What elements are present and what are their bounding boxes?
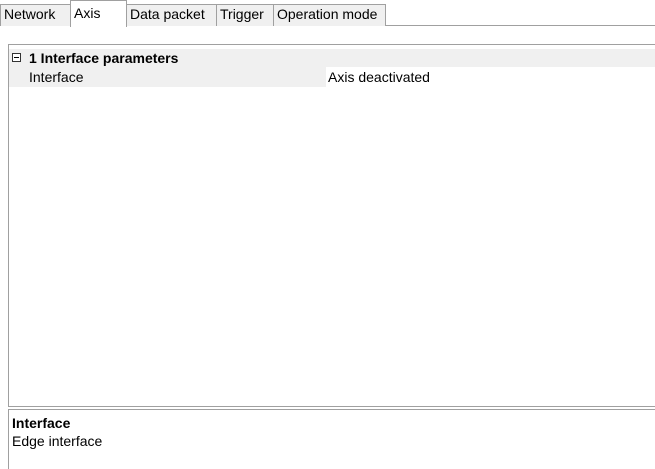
tab-operation-mode[interactable]: Operation mode <box>273 4 386 26</box>
tab-strip: Network Axis Data packet Trigger Operati… <box>0 0 655 27</box>
tab-network[interactable]: Network <box>0 4 71 26</box>
tab-axis[interactable]: Axis <box>70 0 127 27</box>
property-row-interface[interactable]: Interface Axis deactivated <box>9 67 655 87</box>
category-label: 1 Interface parameters <box>29 50 179 66</box>
description-text: Edge interface <box>12 433 103 449</box>
tab-trigger[interactable]: Trigger <box>216 4 274 26</box>
property-value: Axis deactivated <box>328 69 430 85</box>
property-name-cell: Interface <box>9 67 326 87</box>
property-name: Interface <box>29 69 84 85</box>
description-panel: Interface Edge interface <box>8 409 655 469</box>
tab-data-packet[interactable]: Data packet <box>126 4 217 26</box>
description-title: Interface <box>12 415 71 431</box>
category-row-interface-parameters[interactable]: 1 Interface parameters <box>9 49 655 67</box>
property-grid: 1 Interface parameters Interface Axis de… <box>8 44 655 407</box>
settings-window: Network Axis Data packet Trigger Operati… <box>0 0 655 469</box>
property-value-cell[interactable]: Axis deactivated <box>326 67 655 87</box>
collapse-icon[interactable] <box>12 53 21 62</box>
